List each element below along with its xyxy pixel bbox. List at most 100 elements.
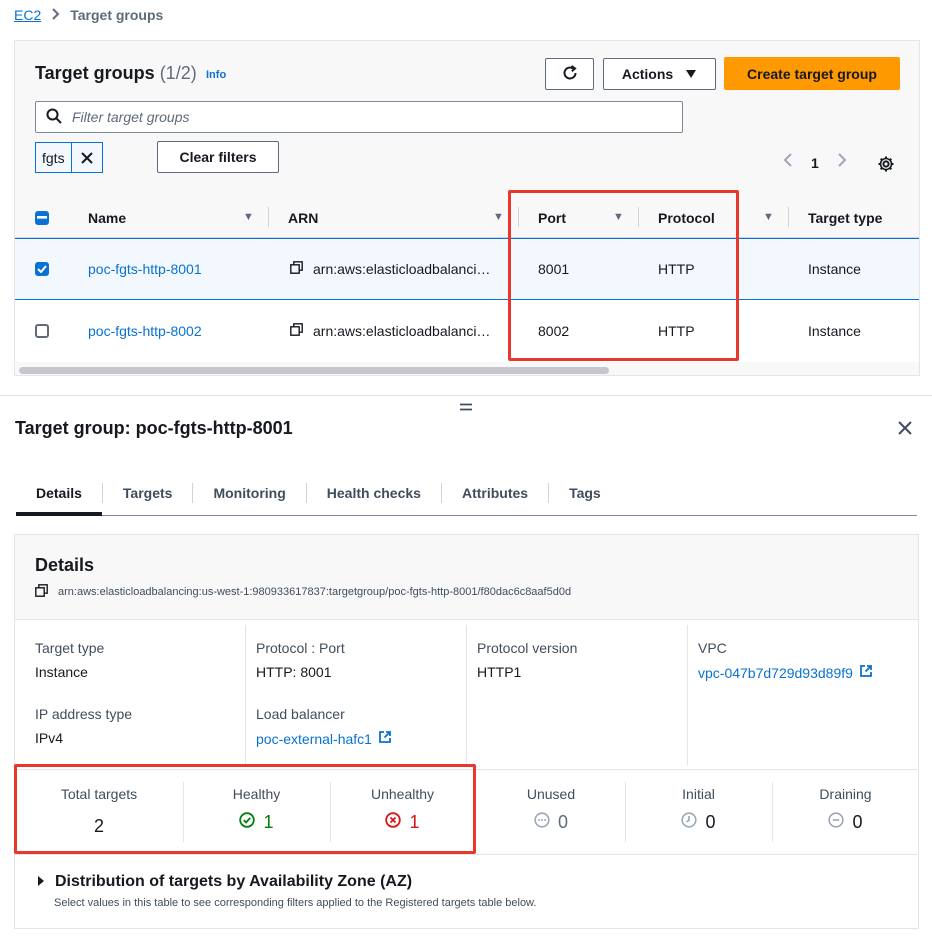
distribution-title[interactable]: Distribution of targets by Availability … xyxy=(55,873,412,891)
stat-label: Draining xyxy=(819,786,872,802)
stat-value: 0 xyxy=(772,812,919,833)
arn-line: arn:aws:elasticloadbalancing:us-west-1:9… xyxy=(35,584,571,600)
tab-tags[interactable]: Tags xyxy=(549,483,621,503)
split-panel-divider xyxy=(0,395,932,396)
caret-down-icon xyxy=(685,66,697,82)
stat-unused: Unused 0 xyxy=(476,770,626,856)
external-link-icon xyxy=(859,664,873,681)
details-arn: arn:aws:elasticloadbalancing:us-west-1:9… xyxy=(58,586,572,598)
row-checkbox[interactable] xyxy=(35,262,49,276)
external-link-icon xyxy=(378,730,392,747)
vpc-link[interactable]: vpc-047b7d729d93d89f9 xyxy=(698,664,873,681)
close-icon[interactable] xyxy=(72,143,102,172)
initial-count: 0 xyxy=(705,812,716,832)
stat-initial: Initial 0 xyxy=(625,770,772,856)
stat-value: 0 xyxy=(625,812,772,833)
protocol-version-value: HTTP1 xyxy=(477,664,522,680)
minus-circle-icon xyxy=(828,812,845,833)
select-all-checkbox-cell[interactable] xyxy=(35,197,49,238)
details-tabs: Details Targets Monitoring Health checks… xyxy=(16,470,917,516)
highlight-box-target-health xyxy=(14,764,476,854)
target-groups-table: Name ▼ ARN ▼ Port ▼ Protocol ▼ Target ty… xyxy=(15,197,919,362)
details-header: Details arn:aws:elasticloadbalancing:us-… xyxy=(15,535,918,620)
chevron-left-icon[interactable] xyxy=(783,153,793,172)
breadcrumb-current: Target groups xyxy=(70,7,164,23)
selection-count: (1/2) xyxy=(159,63,197,83)
vpc-label: VPC xyxy=(698,640,727,656)
protocol-version-label: Protocol version xyxy=(477,640,578,656)
table-header: Name ▼ ARN ▼ Port ▼ Protocol ▼ Target ty… xyxy=(15,197,919,238)
table-row[interactable]: poc-fgts-http-8002 arn:aws:elasticloadba… xyxy=(15,300,919,362)
filter-input[interactable] xyxy=(72,109,652,125)
active-tab-indicator xyxy=(16,512,102,516)
tab-health-checks[interactable]: Health checks xyxy=(307,482,442,503)
tab-attributes[interactable]: Attributes xyxy=(442,482,550,503)
copy-icon[interactable] xyxy=(290,323,303,339)
row-checkbox[interactable] xyxy=(35,324,49,338)
stat-value: 0 xyxy=(476,812,626,833)
chevron-right-icon[interactable] xyxy=(837,153,847,172)
caret-right-icon xyxy=(37,873,45,891)
actions-dropdown-button[interactable]: Actions xyxy=(603,58,716,90)
arn-cell: arn:aws:elasticloadbalanci… xyxy=(290,300,490,362)
horizontal-scrollbar[interactable] xyxy=(19,367,609,374)
refresh-button[interactable] xyxy=(545,58,594,90)
sort-caret-icon[interactable]: ▼ xyxy=(243,211,254,223)
filter-token-label: fgts xyxy=(36,143,72,172)
target-type-cell: Instance xyxy=(808,323,861,339)
highlight-box-port-protocol xyxy=(508,190,739,361)
close-icon[interactable] xyxy=(896,419,914,440)
search-icon xyxy=(46,108,62,127)
gear-icon[interactable] xyxy=(877,155,895,176)
stat-label: Initial xyxy=(682,786,715,802)
page-title-text: Target groups xyxy=(35,63,155,83)
copy-icon[interactable] xyxy=(290,261,303,277)
ellipsis-circle-icon xyxy=(534,812,550,833)
target-group-name-link[interactable]: poc-fgts-http-8002 xyxy=(88,300,202,362)
tab-targets[interactable]: Targets xyxy=(103,482,194,503)
tab-details[interactable]: Details xyxy=(16,482,103,503)
stat-label: Unused xyxy=(526,786,576,802)
column-header-target-type[interactable]: Target type xyxy=(808,197,882,238)
protocol-port-value: HTTP: 8001 xyxy=(256,664,332,680)
arn-text: arn:aws:elasticloadbalanci… xyxy=(313,261,491,277)
arn-cell: arn:aws:elasticloadbalanci… xyxy=(290,239,490,299)
clear-filters-button[interactable]: Clear filters xyxy=(157,141,279,173)
breadcrumb: EC2 Target groups xyxy=(14,6,163,24)
stat-draining: Draining 0 xyxy=(772,770,919,856)
pagination: 1 xyxy=(783,153,847,172)
target-groups-panel: Target groups (1/2) Info Actions Create … xyxy=(14,40,920,376)
target-type-label: Target type xyxy=(35,640,105,656)
sort-caret-icon[interactable]: ▼ xyxy=(763,211,774,223)
table-row[interactable]: poc-fgts-http-8001 arn:aws:elasticloadba… xyxy=(15,238,919,300)
load-balancer-link[interactable]: poc-external-hafc1 xyxy=(256,730,392,747)
ip-type-label: IP address type xyxy=(35,706,133,722)
vpc-link-text[interactable]: vpc-047b7d729d93d89f9 xyxy=(698,665,853,681)
create-target-group-button[interactable]: Create target group xyxy=(724,57,900,90)
chevron-right-icon xyxy=(51,7,60,23)
distribution-description: Select values in this table to see corre… xyxy=(54,897,537,909)
filter-field[interactable] xyxy=(35,101,683,133)
column-header-arn[interactable]: ARN xyxy=(288,197,318,238)
tab-monitoring[interactable]: Monitoring xyxy=(193,482,307,503)
target-group-name-link[interactable]: poc-fgts-http-8001 xyxy=(88,239,202,299)
page-title: Target groups (1/2) xyxy=(35,63,197,84)
select-all-checkbox[interactable] xyxy=(35,210,49,225)
filter-token: fgts xyxy=(35,142,103,173)
copy-icon[interactable] xyxy=(35,584,48,600)
actions-label: Actions xyxy=(621,66,674,82)
info-link[interactable]: Info xyxy=(206,69,226,81)
load-balancer-link-text[interactable]: poc-external-hafc1 xyxy=(256,731,372,747)
resize-handle-icon[interactable] xyxy=(460,398,472,414)
refresh-icon xyxy=(561,64,579,85)
ip-type-value: IPv4 xyxy=(35,730,64,746)
split-panel-title: Target group: poc-fgts-http-8001 xyxy=(15,418,293,438)
column-header-name[interactable]: Name xyxy=(88,197,126,238)
arn-text: arn:aws:elasticloadbalanci… xyxy=(313,323,491,339)
breadcrumb-ec2-link[interactable]: EC2 xyxy=(14,7,41,23)
current-page[interactable]: 1 xyxy=(811,155,819,171)
unused-count: 0 xyxy=(557,812,568,832)
distribution-expander[interactable]: Distribution of targets by Availability … xyxy=(37,873,412,891)
target-type-value: Instance xyxy=(35,664,88,680)
sort-caret-icon[interactable]: ▼ xyxy=(493,211,504,223)
